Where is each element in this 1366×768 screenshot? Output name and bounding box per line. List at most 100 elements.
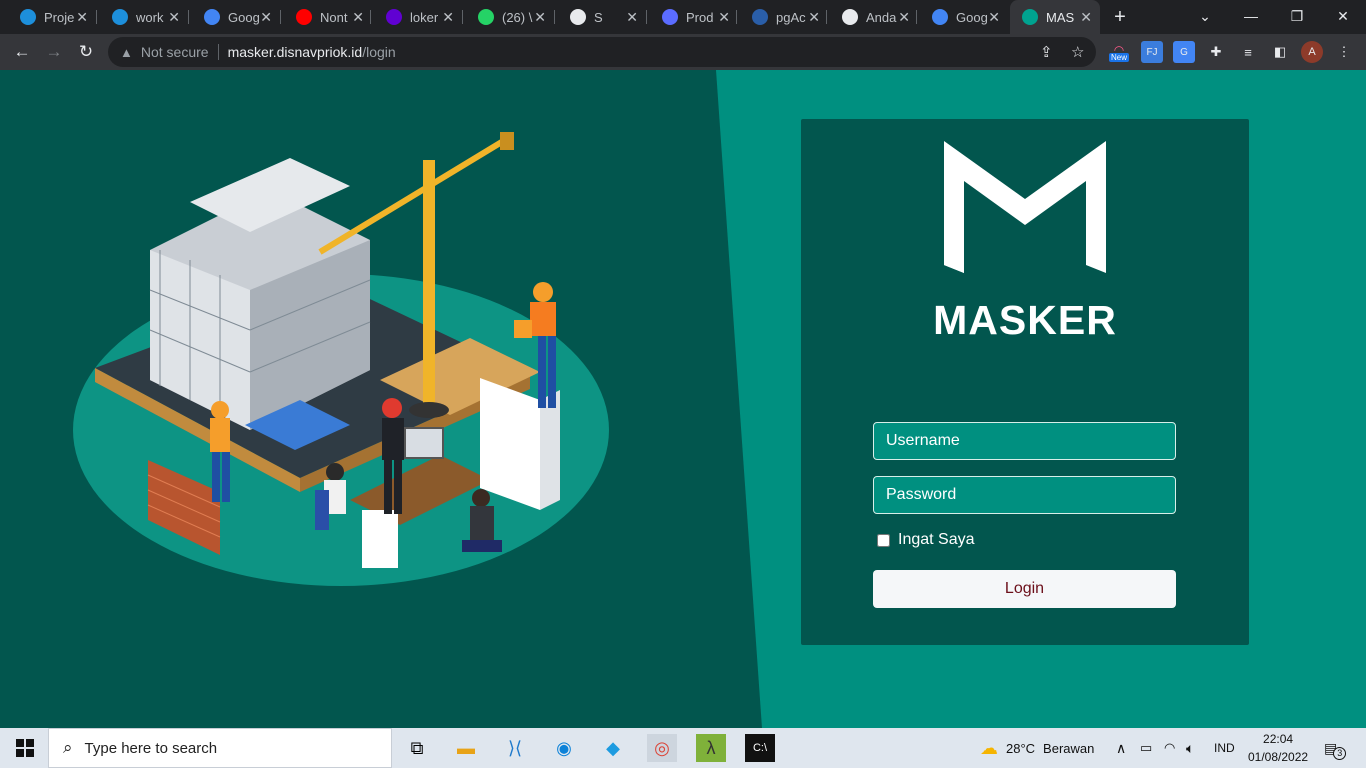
terminal-icon[interactable]: C:\ xyxy=(745,734,775,762)
warning-icon[interactable]: ▲ xyxy=(120,45,133,60)
show-hidden-icons[interactable]: ∧ xyxy=(1116,728,1126,768)
vscode-icon[interactable]: ⟩⟨ xyxy=(500,734,530,762)
battery-icon[interactable]: ▭ xyxy=(1140,728,1152,768)
username-input[interactable] xyxy=(873,422,1176,460)
back-button[interactable]: ← xyxy=(8,38,36,66)
edge-icon[interactable]: ◉ xyxy=(549,734,579,762)
reload-button[interactable]: ↻ xyxy=(72,38,100,66)
masker-icon xyxy=(1022,9,1038,25)
share-icon[interactable]: ⇪ xyxy=(1040,43,1053,61)
tab-close-icon[interactable]: ✕ xyxy=(260,9,272,26)
tab-close-icon[interactable]: ✕ xyxy=(442,9,454,26)
tab-search-icon[interactable]: ⌄ xyxy=(1182,0,1228,32)
tab-7[interactable]: S ✕ xyxy=(558,4,646,30)
illustration-panel xyxy=(0,70,762,728)
tab-close-icon[interactable]: ✕ xyxy=(626,9,638,26)
pgadmin-icon xyxy=(752,9,768,25)
file-explorer-icon[interactable]: ▬ xyxy=(451,734,481,762)
extensions-puzzle-icon[interactable]: ✚ xyxy=(1205,41,1227,63)
brand-name: MASKER xyxy=(933,297,1117,343)
tab-title: S xyxy=(594,9,603,25)
password-input[interactable] xyxy=(873,476,1176,514)
taskbar-search[interactable]: ⌕ Type here to search xyxy=(48,728,392,768)
tab-1[interactable]: Proje ✕ xyxy=(8,4,96,30)
app-shark-icon[interactable]: ◆ xyxy=(598,734,628,762)
canva-icon xyxy=(112,9,128,25)
tab-title: Proje xyxy=(44,9,75,25)
tab-close-icon[interactable]: ✕ xyxy=(168,9,180,26)
tab-5[interactable]: loker ✕ xyxy=(374,4,462,30)
windows-start-icon[interactable] xyxy=(10,734,40,762)
canva-icon xyxy=(20,9,36,25)
tab-12[interactable]: MAS ✕ xyxy=(1010,0,1100,34)
media-control-icon[interactable]: ≡ xyxy=(1237,41,1259,63)
tab-divider xyxy=(462,10,463,24)
wifi-icon[interactable]: ◠ xyxy=(1164,728,1175,768)
login-card: MASKER Ingat Saya Login xyxy=(801,119,1249,645)
tab-close-icon[interactable]: ✕ xyxy=(808,9,820,26)
tab-close-icon[interactable]: ✕ xyxy=(1080,9,1092,26)
tab-close-icon[interactable]: ✕ xyxy=(534,9,546,26)
search-placeholder: Type here to search xyxy=(84,739,218,757)
tab-6[interactable]: (26) \ ✕ xyxy=(466,4,554,30)
security-label[interactable]: Not secure xyxy=(141,44,209,60)
tab-11[interactable]: Goog ✕ xyxy=(920,4,1008,30)
tab-3[interactable]: Goog ✕ xyxy=(192,4,280,30)
tab-title: (26) \ xyxy=(502,9,533,25)
tab-10[interactable]: Anda ✕ xyxy=(830,4,918,30)
address-bar[interactable]: ▲ Not secure masker.disnavpriok.id/login… xyxy=(108,37,1096,67)
tab-divider xyxy=(646,10,647,24)
clock[interactable]: 22:04 01/08/2022 xyxy=(1248,728,1308,768)
side-panel-icon[interactable]: ◧ xyxy=(1269,41,1291,63)
tab-divider xyxy=(370,10,371,24)
bookmark-star-icon[interactable]: ☆ xyxy=(1071,43,1084,61)
tab-title: Anda xyxy=(866,9,897,25)
tab-divider xyxy=(736,10,737,24)
url-host[interactable]: masker.disnavpriok.id xyxy=(228,44,363,60)
tab-4[interactable]: Nont ✕ xyxy=(284,4,372,30)
chrome-icon[interactable]: ◎ xyxy=(647,734,677,762)
close-window-button[interactable]: ✕ xyxy=(1320,0,1366,32)
task-view-icon[interactable]: ⧉ xyxy=(402,734,432,762)
google-translate-icon xyxy=(932,9,948,25)
volume-icon[interactable]: 🔈︎ xyxy=(1186,728,1194,768)
tab-close-icon[interactable]: ✕ xyxy=(718,9,730,26)
tab-2[interactable]: work ✕ xyxy=(100,4,188,30)
tab-title: work xyxy=(136,9,164,25)
tab-title: loker xyxy=(410,9,439,25)
weather-widget[interactable]: ☁ 28°C Berawan xyxy=(980,728,1094,768)
translate-extension-icon[interactable]: G xyxy=(1173,41,1195,63)
new-tab-button[interactable]: + xyxy=(1108,5,1132,29)
tab-8[interactable]: Prod ✕ xyxy=(650,4,738,30)
login-page: MASKER Ingat Saya Login xyxy=(0,70,1366,728)
tab-close-icon[interactable]: ✕ xyxy=(898,9,910,26)
tab-title: MAS xyxy=(1046,9,1075,25)
weather-temp: 28°C xyxy=(1006,740,1036,756)
tab-close-icon[interactable]: ✕ xyxy=(352,9,364,26)
language-indicator[interactable]: IND xyxy=(1214,728,1235,768)
clock-time: 22:04 xyxy=(1263,732,1294,746)
extension-new-icon[interactable]: ◠ New xyxy=(1108,41,1130,63)
extension-new-badge: New xyxy=(1108,52,1129,62)
yahoo-icon xyxy=(386,9,402,25)
menu-kebab-icon[interactable]: ⋮ xyxy=(1333,41,1355,63)
fj-extension-icon[interactable]: FJ xyxy=(1141,41,1163,63)
tab-close-icon[interactable]: ✕ xyxy=(988,9,1000,26)
forward-button[interactable]: → xyxy=(40,38,68,66)
globe-icon xyxy=(842,9,858,25)
remember-me[interactable]: Ingat Saya xyxy=(877,531,975,549)
minimize-button[interactable]: — xyxy=(1228,0,1274,32)
remember-me-label: Ingat Saya xyxy=(898,531,975,548)
stripes-icon xyxy=(662,9,678,25)
restore-button[interactable]: ❐ xyxy=(1274,0,1320,32)
windows-taskbar: ⌕ Type here to search ⧉ ▬ ⟩⟨ ◉ ◆ ◎ λ C:\… xyxy=(0,728,1366,768)
login-button[interactable]: Login xyxy=(873,570,1176,608)
profile-avatar[interactable]: A xyxy=(1301,41,1323,63)
tab-9[interactable]: pgAc ✕ xyxy=(740,4,828,30)
remember-me-checkbox[interactable] xyxy=(877,533,890,547)
app-lambda-icon[interactable]: λ xyxy=(696,734,726,762)
masker-logo-icon xyxy=(944,141,1106,273)
url-path[interactable]: /login xyxy=(362,44,395,60)
tab-close-icon[interactable]: ✕ xyxy=(76,9,88,26)
notification-icon[interactable]: ▤ 3 xyxy=(1324,728,1347,768)
